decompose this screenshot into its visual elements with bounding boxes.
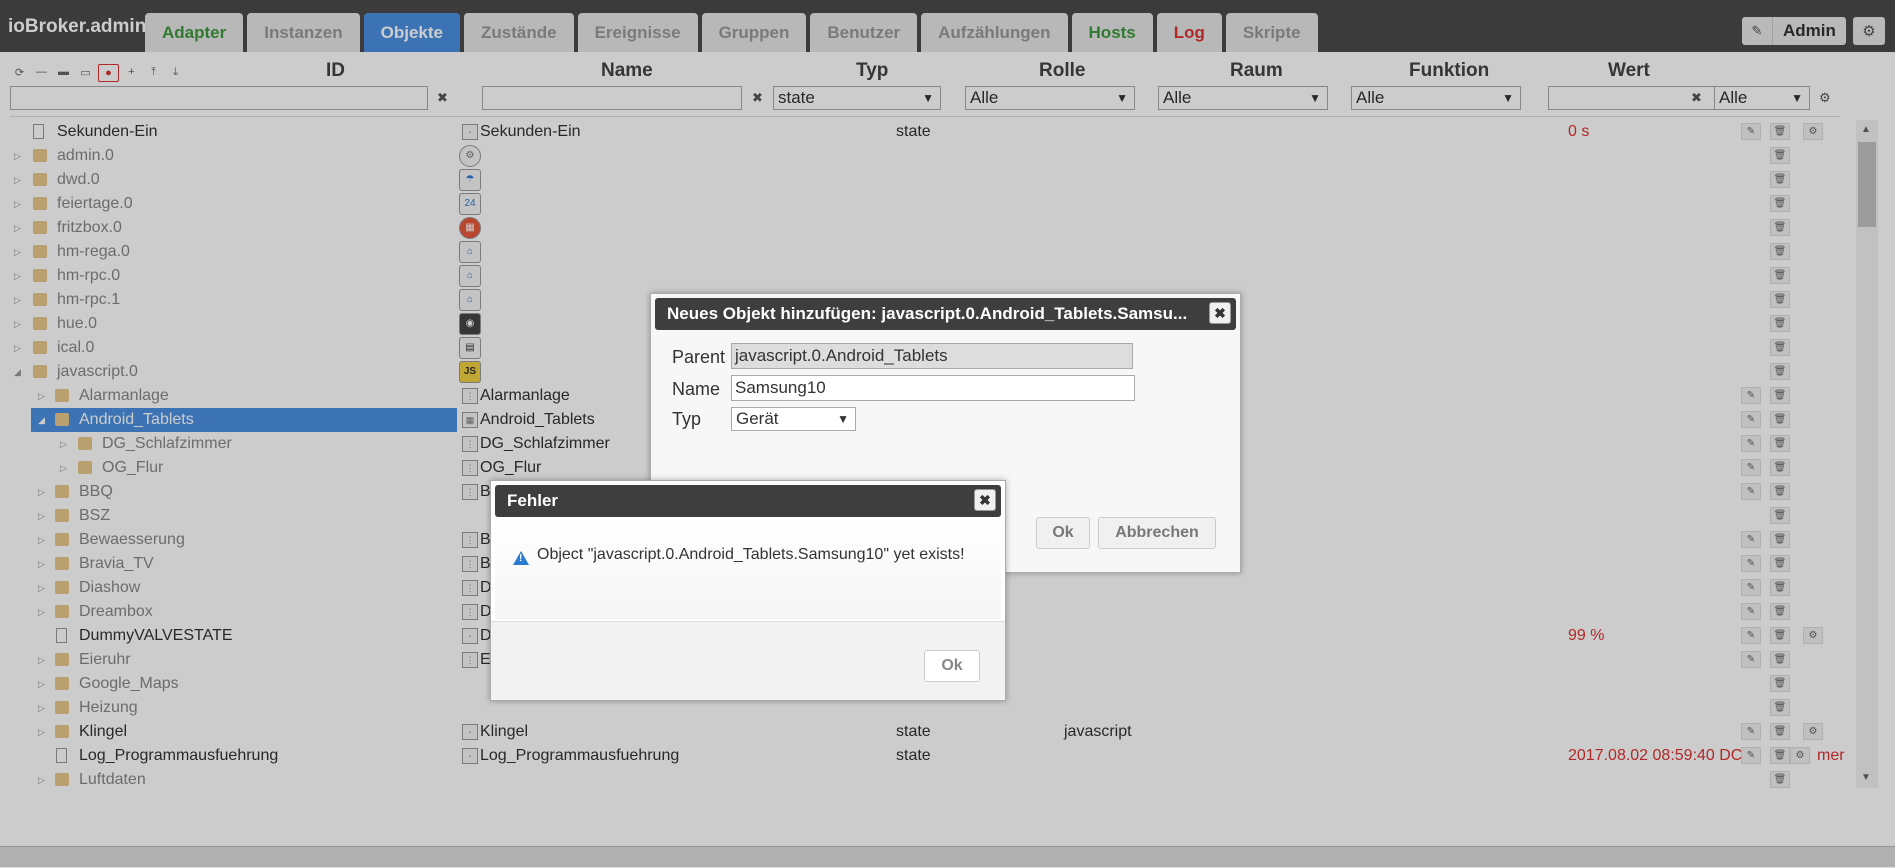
error-message: Object "javascript.0.Android_Tablets.Sam… bbox=[537, 546, 965, 563]
new-object-dialog-title: Neues Objekt hinzufügen: javascript.0.An… bbox=[655, 298, 1236, 330]
name-label: Name bbox=[672, 379, 721, 399]
error-dialog: Fehler ✖ ! Object "javascript.0.Android_… bbox=[490, 480, 1006, 701]
error-dialog-body bbox=[495, 519, 1001, 619]
close-icon[interactable]: ✖ bbox=[974, 489, 996, 511]
parent-label: Parent bbox=[672, 347, 726, 367]
error-ok-button[interactable]: Ok bbox=[924, 650, 980, 682]
parent-field: javascript.0.Android_Tablets bbox=[731, 343, 1133, 369]
cancel-button[interactable]: Abbrechen bbox=[1098, 517, 1216, 549]
name-field[interactable]: Samsung10 bbox=[731, 375, 1135, 401]
typ-select[interactable]: Gerät ▼ bbox=[731, 407, 856, 431]
close-icon[interactable]: ✖ bbox=[1209, 302, 1231, 324]
typ-label: Typ bbox=[672, 409, 702, 429]
warning-icon-mark: ! bbox=[519, 553, 523, 564]
typ-select-value: Gerät bbox=[736, 409, 779, 428]
error-dialog-title: Fehler bbox=[495, 485, 1001, 517]
chevron-down-icon: ▼ bbox=[837, 412, 849, 426]
ok-button[interactable]: Ok bbox=[1036, 517, 1090, 549]
